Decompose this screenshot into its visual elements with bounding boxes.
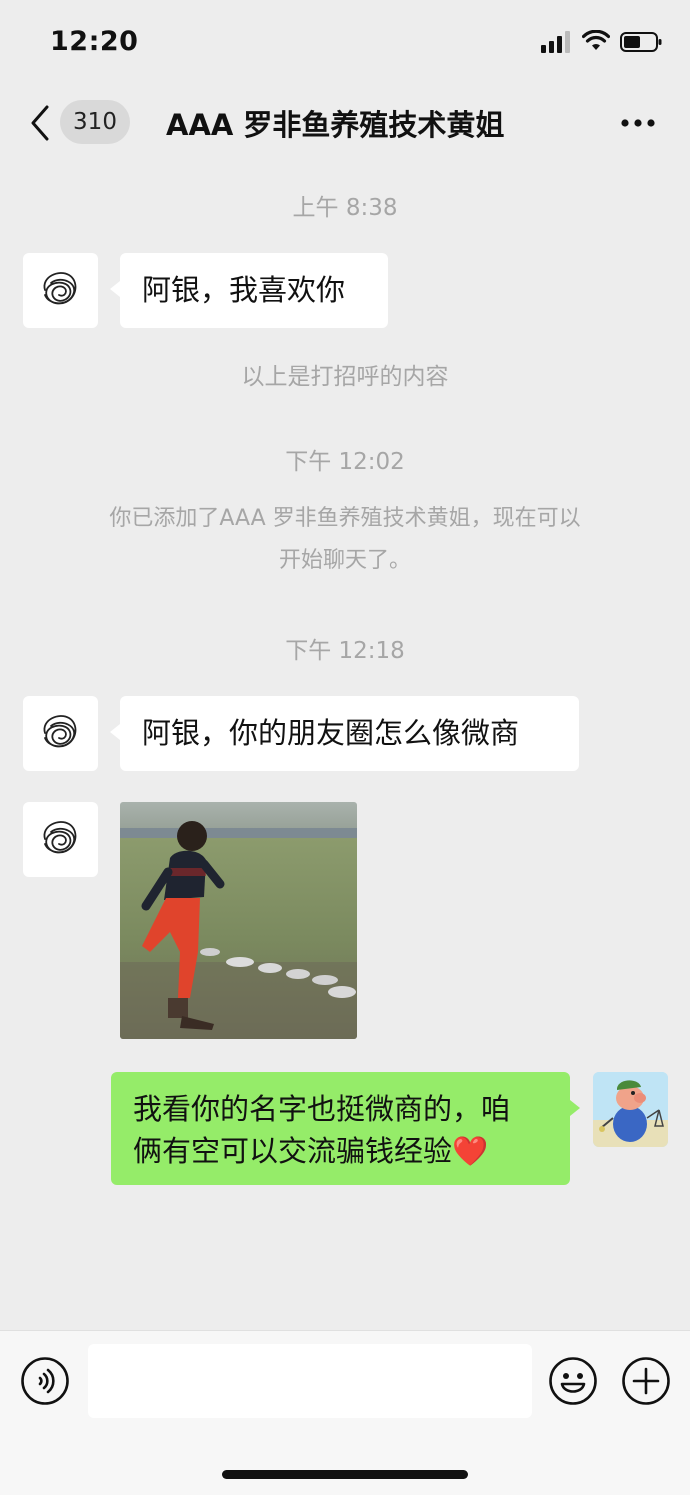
more-dots-icon[interactable]: [620, 118, 656, 128]
system-added-notice-line: 开始聊天了。: [278, 548, 411, 573]
cartoon-character-avatar-icon: [593, 1072, 668, 1147]
message-text: 阿银，我喜欢你: [142, 273, 346, 307]
contact-avatar[interactable]: [23, 253, 98, 328]
message-text-line: 我看你的名字也挺微商的，咱: [133, 1092, 511, 1126]
scribble-avatar-icon: [43, 821, 77, 854]
system-added-notice-line: 你已添加了AAA 罗非鱼养殖技术黄姐，现在可以: [109, 506, 581, 531]
timestamp: 上午 8:38: [292, 195, 398, 221]
timestamp: 下午 12:02: [285, 449, 405, 475]
plus-icon[interactable]: [621, 1356, 671, 1406]
chat-title: AAA 罗非鱼养殖技术黄姐: [166, 108, 505, 142]
battery-icon: [620, 32, 662, 52]
contact-avatar[interactable]: [23, 696, 98, 771]
my-avatar[interactable]: [593, 1072, 668, 1147]
wifi-icon: [582, 30, 610, 50]
message-text-line: 俩有空可以交流骗钱经验❤️: [133, 1130, 548, 1172]
scribble-avatar-icon: [43, 272, 77, 305]
back-chevron-icon[interactable]: [28, 104, 52, 142]
outgoing-message-bubble[interactable]: 我看你的名字也挺微商的，咱 俩有空可以交流骗钱经验❤️: [111, 1072, 580, 1185]
incoming-message-bubble[interactable]: 阿银，我喜欢你: [110, 253, 388, 328]
status-time: 12:20: [50, 26, 139, 57]
message-input[interactable]: [88, 1344, 532, 1418]
emoji-icon[interactable]: [548, 1356, 598, 1406]
child-throwing-stones-photo: [120, 802, 357, 1039]
signal-icon: [541, 31, 570, 53]
system-added-notice: 你已添加了AAA 罗非鱼养殖技术黄姐，现在可以 开始聊天了。: [60, 498, 630, 582]
scribble-avatar-icon: [43, 715, 77, 748]
unread-count-badge[interactable]: 310: [60, 100, 130, 144]
voice-icon[interactable]: [20, 1356, 70, 1406]
image-message[interactable]: [120, 802, 357, 1039]
timestamp: 下午 12:18: [285, 638, 405, 664]
message-text: 阿银，你的朋友圈怎么像微商: [142, 716, 520, 750]
contact-avatar[interactable]: [23, 802, 98, 877]
heart-emoji: ❤️: [452, 1134, 489, 1168]
incoming-message-bubble[interactable]: 阿银，你的朋友圈怎么像微商: [110, 696, 579, 771]
message-text: 俩有空可以交流骗钱经验: [133, 1134, 453, 1168]
system-note: 以上是打招呼的内容: [241, 364, 449, 390]
home-indicator[interactable]: [222, 1470, 468, 1479]
